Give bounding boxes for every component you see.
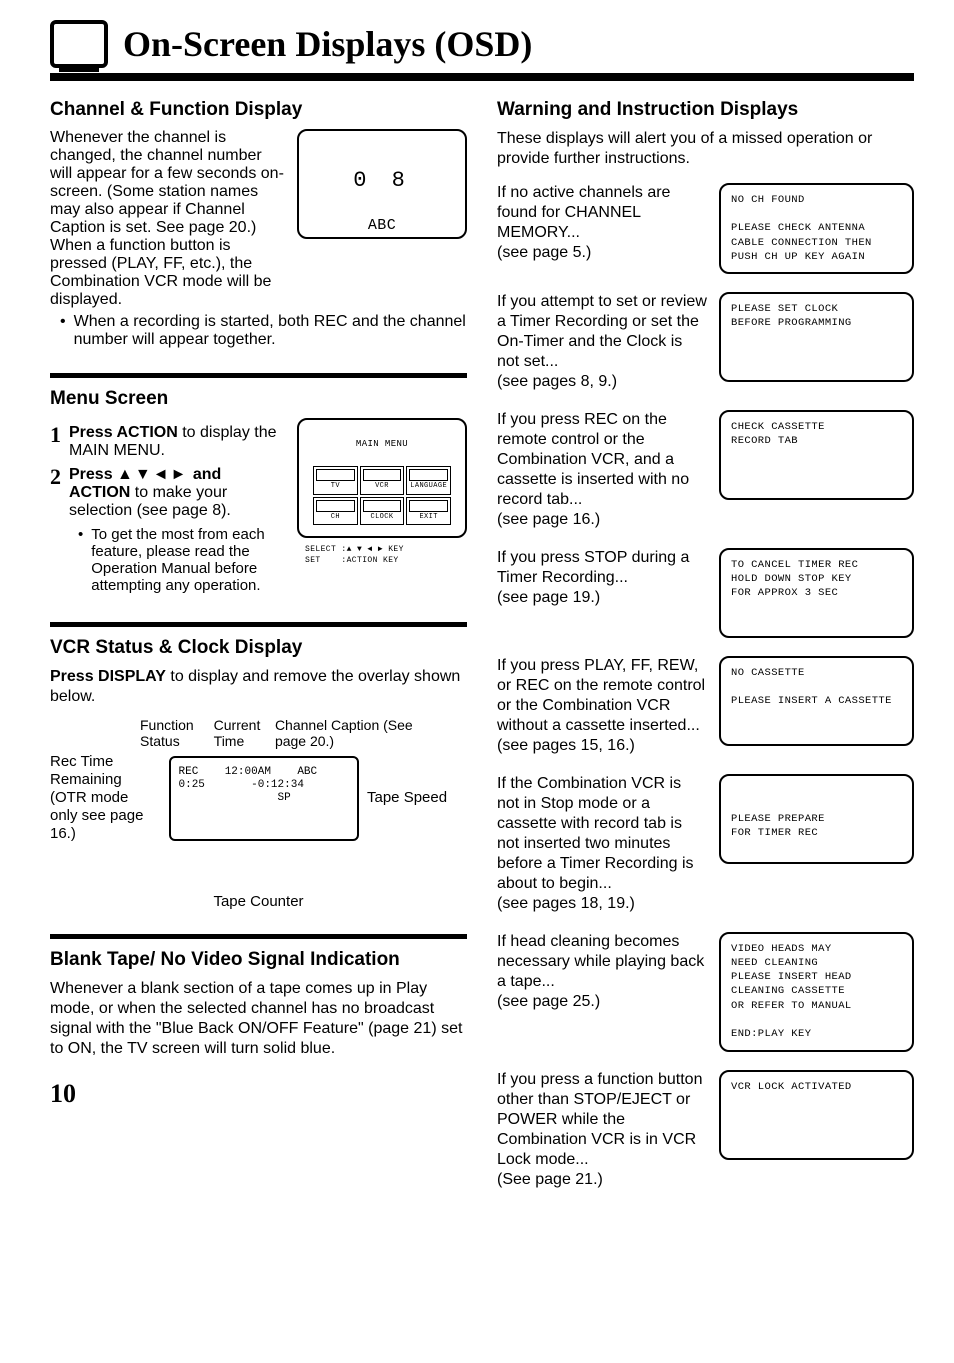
vcr-diagram-row: Rec Time Remaining (OTR mode only see pa… <box>50 753 467 843</box>
channel-osd: 0 8 ABC <box>297 129 467 239</box>
vcr-intro: Press DISPLAY to display and remove the … <box>50 667 467 707</box>
step2-action: ACTION <box>69 484 130 501</box>
menu-item-ch: CH <box>313 497 358 525</box>
menu-item-tv: TV <box>313 466 358 494</box>
step2-and: and <box>188 466 221 483</box>
vcr-intro-press: Press <box>50 668 98 685</box>
warning-text: If you attempt to set or review a Timer … <box>497 292 707 392</box>
menu-steps-row: 1 Press ACTION to display the MAIN MENU.… <box>50 418 467 598</box>
warning-row: If you press STOP during a Timer Recordi… <box>497 548 914 638</box>
channel-bullet: When a recording is started, both REC an… <box>60 313 467 349</box>
vcr-intro-display: DISPLAY <box>98 668 166 685</box>
menu-item-language-label: LANGUAGE <box>410 482 447 490</box>
label-tape-speed: Tape Speed <box>367 789 467 807</box>
main-columns: Channel & Function Display Whenever the … <box>50 99 914 1208</box>
step2-arrows: ▲▼◄► <box>117 466 188 483</box>
label-rec-time: Rec Time Remaining (OTR mode only see pa… <box>50 753 160 843</box>
warning-osd: TO CANCEL TIMER REC HOLD DOWN STOP KEY F… <box>719 548 914 638</box>
channel-heading: Channel & Function Display <box>50 99 467 121</box>
label-tape-counter: Tape Counter <box>50 893 467 910</box>
vcr-osd: REC 12:00AM ABC 0:25 -0:12:34 SP <box>169 756 359 841</box>
warning-text: If you press STOP during a Timer Recordi… <box>497 548 707 608</box>
menu-osd-title: MAIN MENU <box>305 438 459 450</box>
menu-osd: MAIN MENU TV VCR LANGUAGE CH CLOCK EXIT … <box>297 418 467 538</box>
blank-para: Whenever a blank section of a tape comes… <box>50 979 467 1059</box>
vcr-diagram-wrap: Function Status Current Time Channel Cap… <box>50 717 467 910</box>
left-column: Channel & Function Display Whenever the … <box>50 99 467 1208</box>
tv-icon <box>50 20 108 68</box>
channel-osd-num: 0 8 <box>309 166 455 196</box>
rule-3 <box>50 934 467 939</box>
menu-item-language: LANGUAGE <box>406 466 451 494</box>
menu-item-tv-label: TV <box>331 482 340 490</box>
warning-osd: VIDEO HEADS MAY NEED CLEANING PLEASE INS… <box>719 932 914 1052</box>
warning-text: If you press PLAY, FF, REW, or REC on th… <box>497 656 707 756</box>
warning-row: If head cleaning becomes necessary while… <box>497 932 914 1052</box>
step-2-text: Press ▲▼◄► and ACTION to make your selec… <box>69 466 285 520</box>
page-title: On-Screen Displays (OSD) <box>123 23 532 65</box>
step-1-text: Press ACTION to display the MAIN MENU. <box>69 424 285 460</box>
warning-row: If you attempt to set or review a Timer … <box>497 292 914 392</box>
warning-text: If head cleaning becomes necessary while… <box>497 932 707 1012</box>
warning-list: If no active channels are found for CHAN… <box>497 183 914 1190</box>
warning-osd: VCR LOCK ACTIVATED <box>719 1070 914 1160</box>
menu-item-exit-label: EXIT <box>419 513 437 521</box>
page-header: On-Screen Displays (OSD) <box>50 20 914 68</box>
warning-text: If you press a function button other tha… <box>497 1070 707 1190</box>
menu-subbullet: To get the most from each feature, pleas… <box>78 526 285 594</box>
page-number: 10 <box>50 1079 467 1109</box>
warning-osd: CHECK CASSETTE RECORD TAB <box>719 410 914 500</box>
menu-item-exit: EXIT <box>406 497 451 525</box>
step2-press: Press <box>69 466 117 483</box>
warning-row: If you press PLAY, FF, REW, or REC on th… <box>497 656 914 756</box>
label-function-status: Function Status <box>140 717 214 749</box>
channel-bullet-text: When a recording is started, both REC an… <box>74 313 467 349</box>
rule-2 <box>50 622 467 627</box>
menu-heading: Menu Screen <box>50 388 467 410</box>
channel-para-text: Whenever the channel is changed, the cha… <box>50 129 284 308</box>
menu-steps: 1 Press ACTION to display the MAIN MENU.… <box>50 418 285 598</box>
vcr-diagram-top-labels: Function Status Current Time Channel Cap… <box>50 717 467 749</box>
menu-item-vcr-label: VCR <box>375 482 389 490</box>
menu-item-clock: CLOCK <box>360 497 405 525</box>
warning-osd: PLEASE SET CLOCK BEFORE PROGRAMMING <box>719 292 914 382</box>
channel-intro-row: Whenever the channel is changed, the cha… <box>50 129 467 309</box>
warning-row: If no active channels are found for CHAN… <box>497 183 914 274</box>
menu-item-clock-label: CLOCK <box>370 513 393 521</box>
warning-text: If no active channels are found for CHAN… <box>497 183 707 263</box>
vcr-heading: VCR Status & Clock Display <box>50 637 467 659</box>
step-num-1: 1 <box>50 424 61 460</box>
menu-osd-footer: SELECT :▲ ▼ ◄ ► KEY SET :ACTION KEY <box>305 545 459 567</box>
menu-osd-grid: TV VCR LANGUAGE CH CLOCK EXIT <box>313 466 451 525</box>
warning-row: If you press a function button other tha… <box>497 1070 914 1190</box>
warning-row: If the Combination VCR is not in Stop mo… <box>497 774 914 914</box>
channel-para: Whenever the channel is changed, the cha… <box>50 129 285 309</box>
warning-osd: PLEASE PREPARE FOR TIMER REC <box>719 774 914 864</box>
step1-action: ACTION <box>116 424 177 441</box>
warning-heading: Warning and Instruction Displays <box>497 99 914 121</box>
warning-text: If you press REC on the remote control o… <box>497 410 707 530</box>
warning-intro: These displays will alert you of a misse… <box>497 129 914 169</box>
step1-press: Press <box>69 424 116 441</box>
menu-subbullet-text: To get the most from each feature, pleas… <box>91 526 285 594</box>
blank-heading: Blank Tape/ No Video Signal Indication <box>50 949 467 971</box>
right-column: Warning and Instruction Displays These d… <box>497 99 914 1208</box>
warning-text: If the Combination VCR is not in Stop mo… <box>497 774 707 914</box>
channel-osd-name: ABC <box>309 216 455 236</box>
title-rule <box>50 73 914 81</box>
label-current-time: Current Time <box>214 717 275 749</box>
warning-osd: NO CASSETTE PLEASE INSERT A CASSETTE <box>719 656 914 746</box>
warning-osd: NO CH FOUND PLEASE CHECK ANTENNA CABLE C… <box>719 183 914 274</box>
label-channel-caption: Channel Caption (See page 20.) <box>275 717 427 749</box>
step-num-2: 2 <box>50 466 61 520</box>
menu-item-ch-label: CH <box>331 513 340 521</box>
rule-1 <box>50 373 467 378</box>
menu-step-2: 2 Press ▲▼◄► and ACTION to make your sel… <box>50 466 285 520</box>
menu-step-1: 1 Press ACTION to display the MAIN MENU. <box>50 424 285 460</box>
menu-item-vcr: VCR <box>360 466 405 494</box>
warning-row: If you press REC on the remote control o… <box>497 410 914 530</box>
